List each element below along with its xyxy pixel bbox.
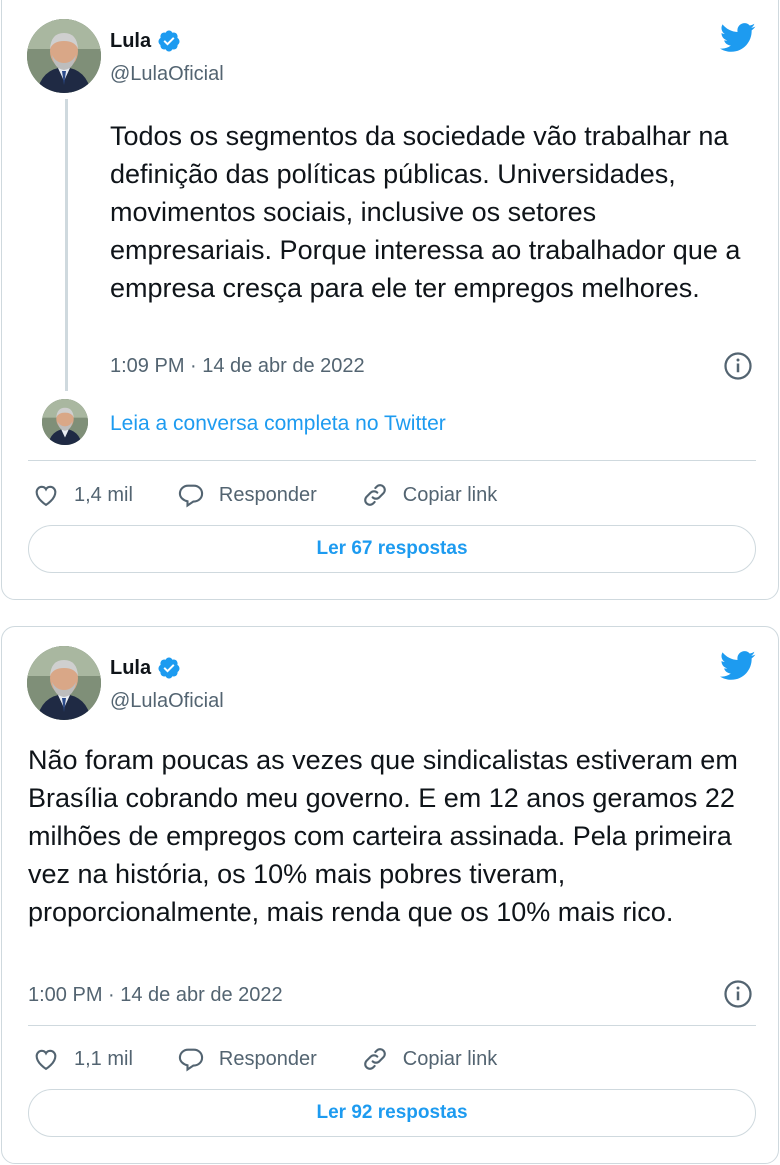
- author-handle[interactable]: @LulaOficial: [110, 690, 224, 713]
- twitter-bird-icon[interactable]: [720, 651, 756, 681]
- thread-line: [65, 99, 68, 391]
- author-handle[interactable]: @LulaOficial: [110, 63, 224, 86]
- reply-button[interactable]: Responder: [177, 1045, 317, 1073]
- tweet-text: Não foram poucas as vezes que sindicalis…: [28, 745, 738, 927]
- like-button[interactable]: 1,1 mil: [32, 1045, 133, 1073]
- heart-icon: [35, 485, 57, 507]
- reply-label: Responder: [218, 1047, 317, 1070]
- reply-icon: [178, 1048, 204, 1072]
- author-name[interactable]: Lula: [110, 30, 151, 53]
- link-icon: [363, 1048, 386, 1070]
- twitter-bird-icon[interactable]: [720, 23, 756, 53]
- divider: [28, 460, 756, 461]
- heart-icon: [35, 1049, 57, 1071]
- copy-link-label: Copiar link: [402, 1047, 498, 1070]
- reply-icon: [178, 484, 204, 508]
- tweet-text: Todos os segmentos da sociedade vão trab…: [110, 121, 741, 303]
- avatar[interactable]: [42, 399, 88, 445]
- author-name[interactable]: Lula: [110, 657, 151, 680]
- tweet-actions: 1,4 mil Responder Copiar link: [32, 481, 541, 509]
- reply-label: Responder: [218, 483, 317, 506]
- tweet-card-2: Lula @LulaOficial Não foram poucas as ve…: [1, 626, 779, 1164]
- read-replies-button[interactable]: Ler 67 respostas: [28, 525, 756, 573]
- reply-button[interactable]: Responder: [177, 481, 317, 509]
- copy-link-label: Copiar link: [402, 483, 498, 506]
- like-count: 1,4 mil: [74, 483, 133, 506]
- avatar[interactable]: [27, 19, 101, 93]
- copy-link-button[interactable]: Copiar link: [361, 1045, 497, 1073]
- tweet-card-1: Lula @LulaOficial Todos os segmentos da …: [1, 0, 779, 600]
- verified-badge-icon: [157, 29, 181, 53]
- verified-badge-icon: [157, 656, 181, 680]
- tweet-timestamp[interactable]: 1:00 PM · 14 de abr de 2022: [28, 984, 283, 1007]
- info-icon[interactable]: [723, 351, 753, 381]
- read-full-conversation-link[interactable]: Leia a conversa completa no Twitter: [110, 412, 446, 436]
- copy-link-button[interactable]: Copiar link: [361, 481, 497, 509]
- read-replies-button[interactable]: Ler 92 respostas: [28, 1089, 756, 1137]
- like-button[interactable]: 1,4 mil: [32, 481, 133, 509]
- tweet-timestamp[interactable]: 1:09 PM · 14 de abr de 2022: [110, 355, 365, 378]
- like-count: 1,1 mil: [74, 1047, 133, 1070]
- link-icon: [363, 484, 386, 506]
- info-icon[interactable]: [723, 979, 753, 1009]
- avatar[interactable]: [27, 646, 101, 720]
- divider: [28, 1025, 756, 1026]
- tweet-actions: 1,1 mil Responder Copiar link: [32, 1045, 541, 1073]
